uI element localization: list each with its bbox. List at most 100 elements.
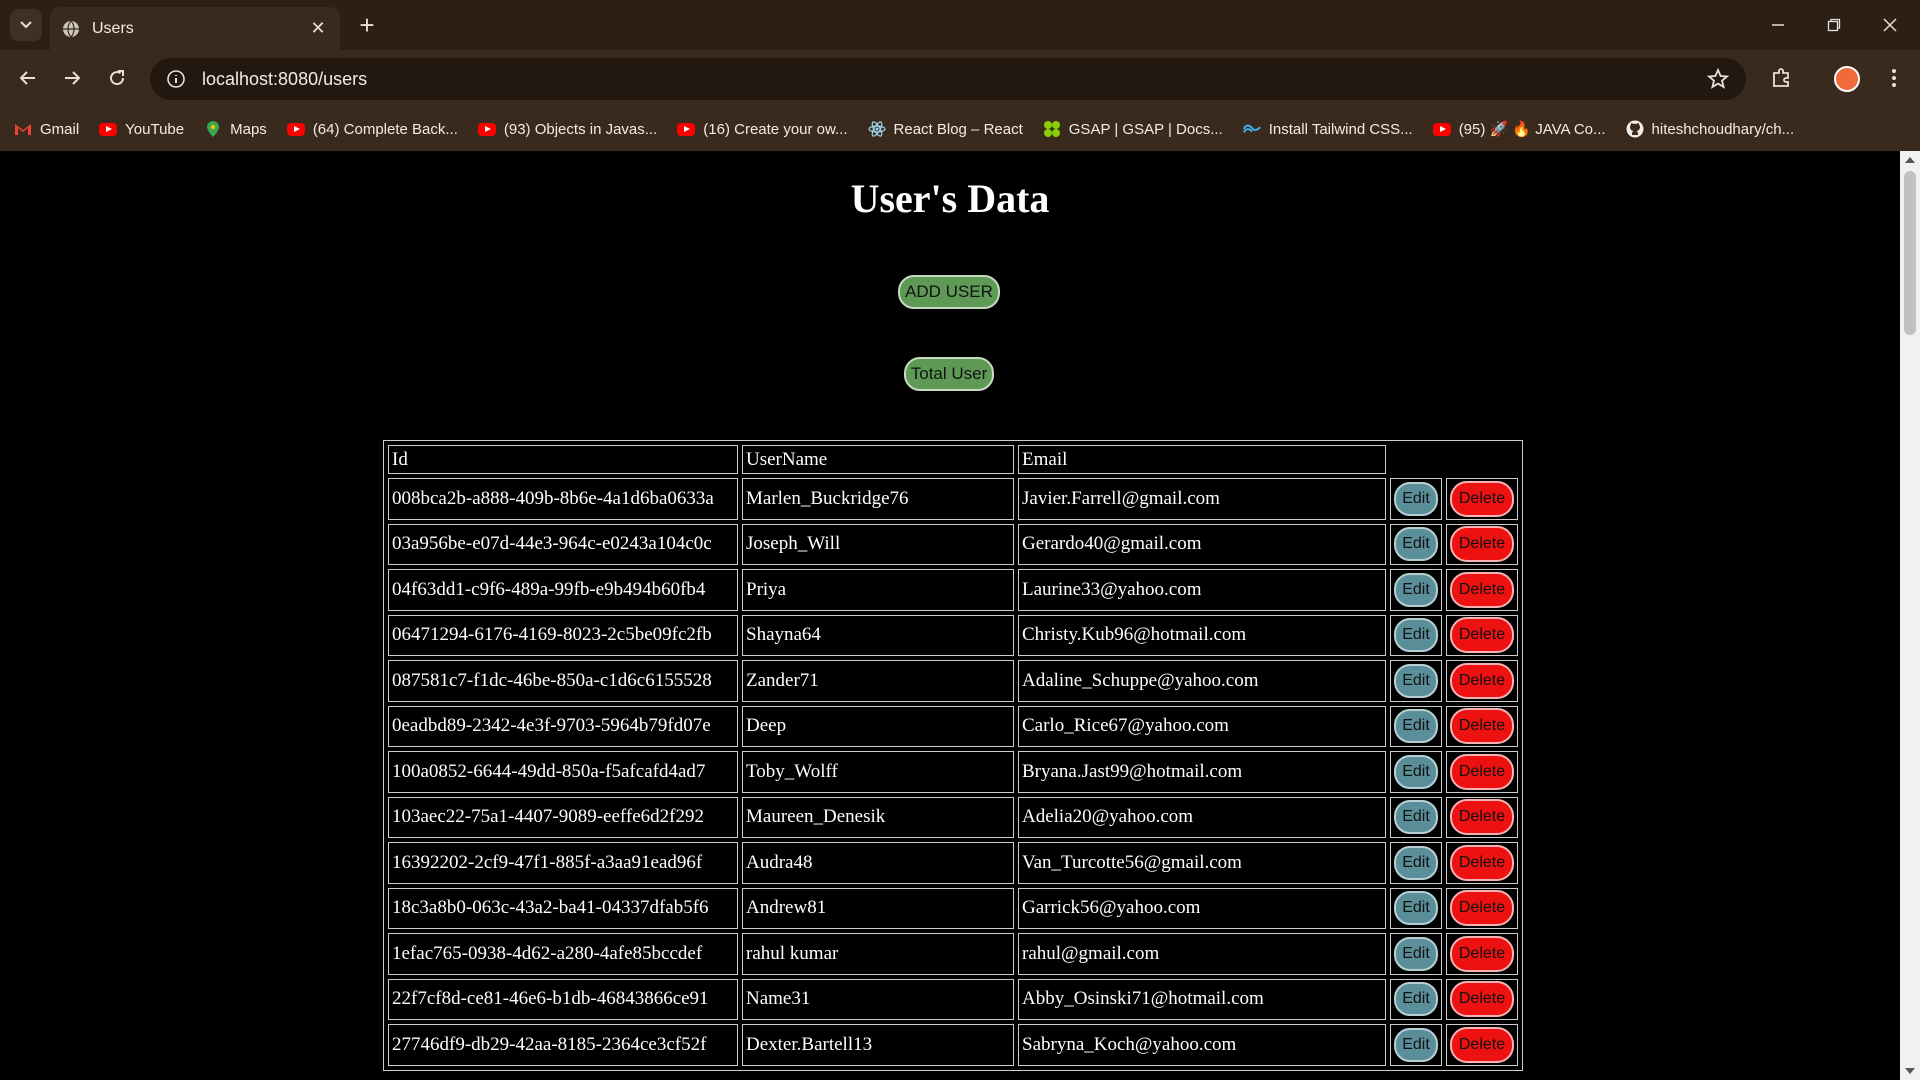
delete-button[interactable]: Delete [1450,753,1514,790]
edit-button[interactable]: Edit [1394,800,1438,835]
edit-button[interactable]: Edit [1394,481,1438,516]
bookmark-gmail[interactable]: Gmail [14,120,79,138]
cell-username: Zander71 [742,660,1014,702]
minimize-icon [1772,24,1784,26]
close-window-button[interactable] [1862,0,1918,50]
users-table: Id UserName Email 008bca2b-a888-409b-8b6… [383,440,1523,1071]
bookmark-tailwind[interactable]: Install Tailwind CSS... [1242,120,1413,138]
bookmark-maps[interactable]: Maps [204,120,267,138]
extensions-icon[interactable] [1765,62,1797,94]
cell-delete: Delete [1446,569,1518,611]
bookmark-label: hiteshchoudhary/ch... [1651,120,1795,138]
page-scrollbar[interactable] [1900,151,1920,1080]
github-icon [1626,120,1644,138]
page-content: User's Data ADD USER Total User Id UserN… [0,151,1900,1080]
profile-avatar[interactable] [1834,66,1860,92]
cell-email: Abby_Osinski71@hotmail.com [1018,978,1386,1020]
edit-button[interactable]: Edit [1394,845,1438,880]
address-bar[interactable]: localhost:8080/users [150,58,1746,100]
youtube-icon [677,120,696,138]
bookmark-github[interactable]: hiteshchoudhary/ch... [1626,120,1795,138]
bookmark-objects-javascript[interactable]: (93) Objects in Javas... [477,120,657,138]
cell-edit: Edit [1390,569,1442,611]
cell-id: 27746df9-db29-42aa-8185-2364ce3cf52f [388,1024,738,1066]
arrow-left-icon [19,71,35,85]
reload-button[interactable] [101,62,133,94]
cell-delete: Delete [1446,887,1518,929]
tab-users[interactable]: Users ✕ [50,7,340,50]
delete-button[interactable]: Delete [1450,981,1514,1018]
delete-button[interactable]: Delete [1450,662,1514,699]
cell-delete: Delete [1446,478,1518,520]
table-row: 008bca2b-a888-409b-8b6e-4a1d6ba0633a Marl… [388,478,1518,520]
delete-button[interactable]: Delete [1450,526,1514,563]
bookmark-star-icon[interactable] [1706,67,1730,91]
cell-email: Laurine33@yahoo.com [1018,569,1386,611]
delete-button[interactable]: Delete [1450,480,1514,517]
table-header-row: Id UserName Email [388,445,1518,474]
cell-delete: Delete [1446,523,1518,565]
cell-email: Adaline_Schuppe@yahoo.com [1018,660,1386,702]
cell-username: Marlen_Buckridge76 [742,478,1014,520]
edit-button[interactable]: Edit [1394,754,1438,789]
bookmark-complete-back[interactable]: (64) Complete Back... [286,120,458,138]
minimize-button[interactable] [1750,0,1806,50]
cell-delete: Delete [1446,933,1518,975]
table-row: 087581c7-f1dc-46be-850a-c1d6c6155528 Zand… [388,660,1518,702]
delete-button[interactable]: Delete [1450,935,1514,972]
edit-button[interactable]: Edit [1394,527,1438,562]
column-header-email: Email [1018,445,1386,474]
restore-button[interactable] [1806,0,1862,50]
delete-button[interactable]: Delete [1450,844,1514,881]
delete-button[interactable]: Delete [1450,708,1514,745]
new-tab-button[interactable]: + [352,10,382,40]
edit-button[interactable]: Edit [1394,618,1438,653]
cell-delete: Delete [1446,751,1518,793]
cell-username: Joseph_Will [742,523,1014,565]
bookmark-label: React Blog – React [893,120,1023,138]
delete-button[interactable]: Delete [1450,1026,1514,1063]
edit-button[interactable]: Edit [1394,982,1438,1017]
cell-edit: Edit [1390,751,1442,793]
cell-edit: Edit [1390,523,1442,565]
reload-icon [110,70,125,86]
cell-id: 008bca2b-a888-409b-8b6e-4a1d6ba0633a [388,478,738,520]
cell-edit: Edit [1390,614,1442,656]
forward-button[interactable] [56,62,88,94]
delete-button[interactable]: Delete [1450,571,1514,608]
edit-button[interactable]: Edit [1394,663,1438,698]
add-user-button[interactable]: ADD USER [898,275,1000,309]
menu-kebab-icon[interactable] [1878,62,1910,94]
bookmark-gsap[interactable]: GSAP | GSAP | Docs... [1043,120,1223,138]
bookmark-react-blog[interactable]: React Blog – React [867,120,1023,138]
site-info-icon[interactable] [164,67,188,91]
bookmarks-bar: Gmail YouTube Maps (64) Complete Back...… [0,111,1920,147]
bookmark-create-your-own[interactable]: (16) Create your ow... [677,120,848,138]
cell-email: Garrick56@yahoo.com [1018,887,1386,929]
cell-email: Bryana.Jast99@hotmail.com [1018,751,1386,793]
edit-button[interactable]: Edit [1394,1027,1438,1062]
scroll-down-icon[interactable] [1905,1068,1915,1074]
close-tab-icon[interactable]: ✕ [308,18,328,39]
delete-button[interactable]: Delete [1450,890,1514,927]
cell-username: Priya [742,569,1014,611]
tab-search-button[interactable] [10,9,42,41]
total-user-button[interactable]: Total User [904,357,994,391]
cell-edit: Edit [1390,842,1442,884]
tailwind-icon [1242,120,1261,138]
delete-button[interactable]: Delete [1450,617,1514,654]
edit-button[interactable]: Edit [1394,572,1438,607]
globe-icon [63,20,79,37]
table-row: 103aec22-75a1-4407-9089-eeffe6d2f292 Maur… [388,796,1518,838]
back-button[interactable] [12,62,44,94]
cell-delete: Delete [1446,796,1518,838]
bookmark-youtube[interactable]: YouTube [99,120,184,138]
scroll-up-icon[interactable] [1905,157,1915,163]
scrollbar-thumb[interactable] [1904,171,1916,335]
edit-button[interactable]: Edit [1394,891,1438,926]
edit-button[interactable]: Edit [1394,936,1438,971]
bookmark-java-course[interactable]: (95) 🚀 🔥 JAVA Co... [1432,120,1606,138]
tab-strip: Users ✕ + [0,0,1920,50]
edit-button[interactable]: Edit [1394,709,1438,744]
delete-button[interactable]: Delete [1450,799,1514,836]
